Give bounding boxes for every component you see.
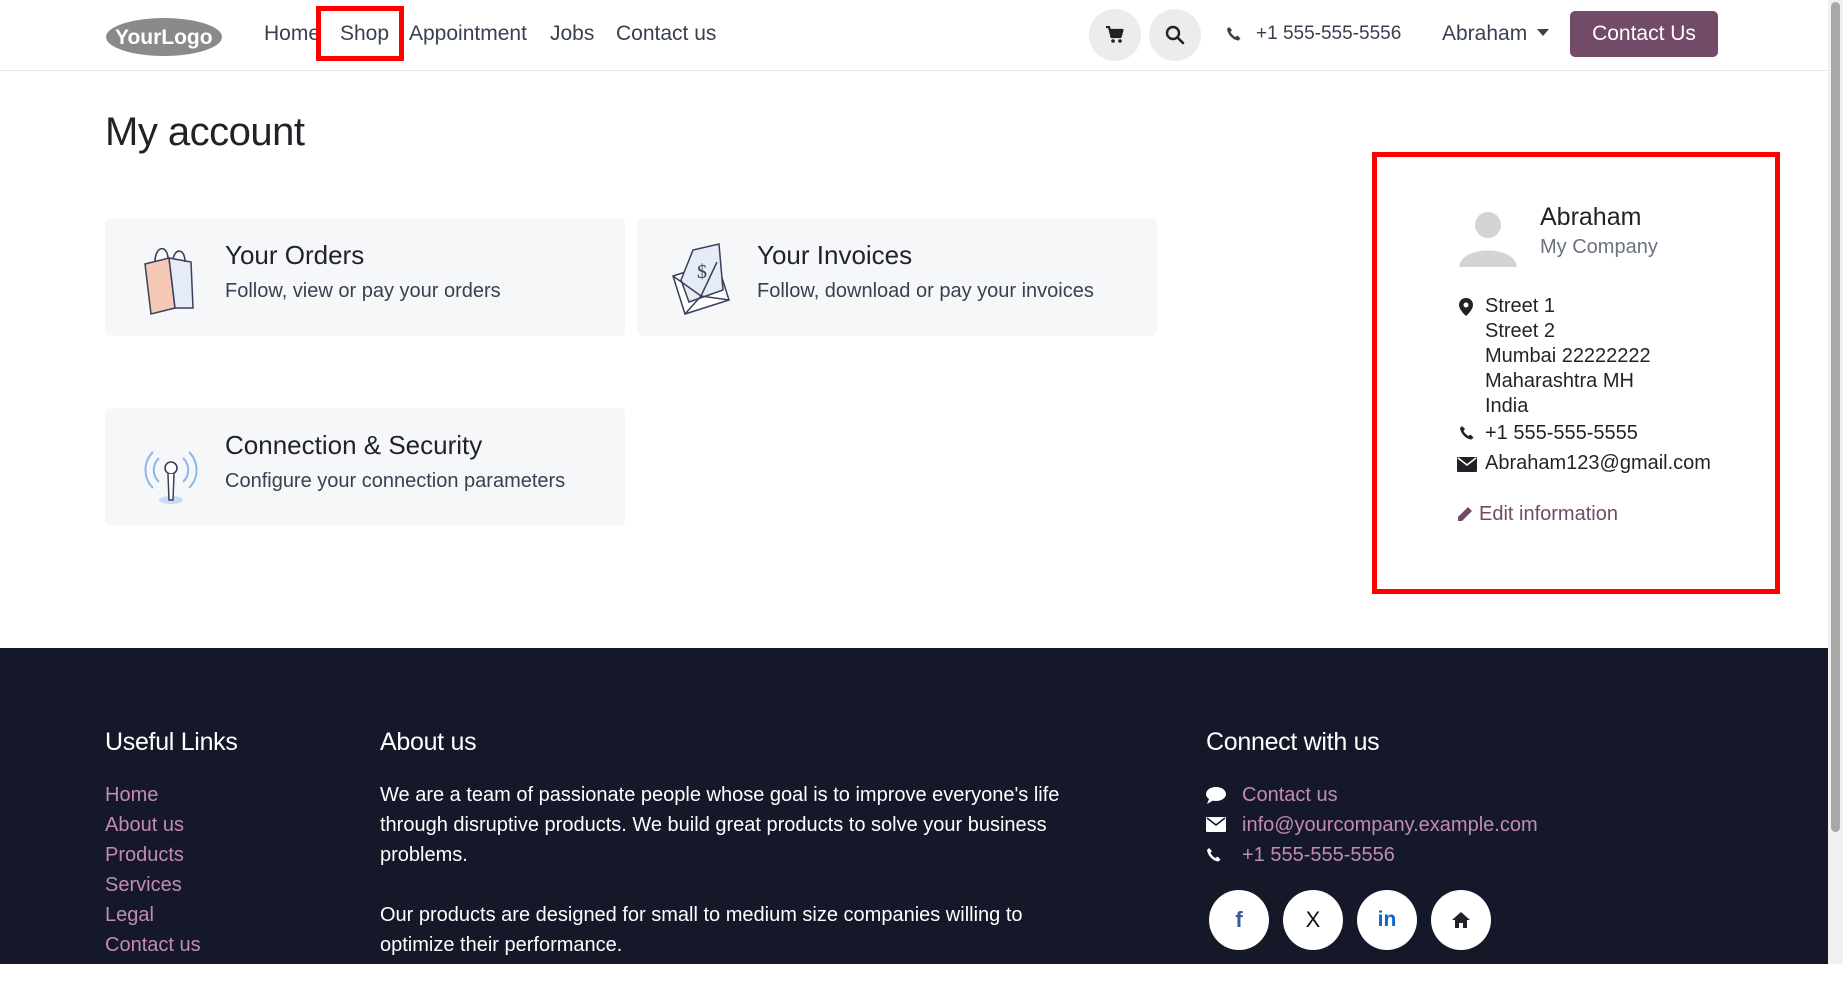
profile-company: My Company	[1540, 236, 1658, 258]
linkedin-button[interactable]: in	[1357, 890, 1417, 950]
logo-text: YourLogo	[115, 26, 213, 49]
card-title: Your Invoices	[757, 240, 913, 270]
card-description: Configure your connection parameters	[225, 470, 566, 492]
search-button[interactable]	[1149, 9, 1201, 61]
phone-icon	[1227, 27, 1241, 41]
facebook-icon: f	[1235, 907, 1243, 932]
user-name: Abraham	[1442, 22, 1528, 45]
about-us-text: We are a team of passionate people whose…	[380, 780, 1060, 990]
page-title: My account	[105, 110, 305, 154]
header-phone[interactable]: +1 555-555-5556	[1226, 23, 1401, 45]
connect-phone-link[interactable]: +1 555-555-5556	[1242, 840, 1395, 870]
scrollbar-thumb[interactable]	[1831, 2, 1840, 832]
header-phone-text: +1 555-555-5556	[1256, 23, 1402, 44]
profile-email: Abraham123@gmail.com	[1485, 452, 1711, 474]
card-title: Connection & Security	[225, 430, 483, 460]
card-description: Follow, download or pay your invoices	[757, 280, 1094, 302]
x-icon: X	[1305, 907, 1321, 932]
your-logo[interactable]: YourLogo	[104, 16, 224, 58]
svg-text:$: $	[697, 261, 707, 283]
about-paragraph: Our products are designed for small to m…	[380, 904, 1023, 956]
profile-phone: +1 555-555-5555	[1485, 422, 1638, 444]
footer-link-home[interactable]: Home	[105, 780, 201, 810]
footer-link-services[interactable]: Services	[105, 870, 201, 900]
search-icon	[1165, 25, 1185, 45]
home-icon	[1452, 912, 1470, 928]
site-footer: Useful Links Home About us Products Serv…	[0, 648, 1828, 964]
nav-home[interactable]: Home	[264, 22, 320, 46]
nav-appointment[interactable]: Appointment	[409, 22, 527, 46]
card-description: Follow, view or pay your orders	[225, 280, 501, 302]
edit-information-label: Edit information	[1479, 503, 1618, 525]
phone-icon	[1460, 426, 1474, 440]
profile-address: Street 1 Street 2 Mumbai 22222222 Mahara…	[1485, 294, 1651, 419]
nav-contact-us[interactable]: Contact us	[616, 22, 716, 46]
cart-icon	[1106, 26, 1124, 43]
invoice-envelope-icon: $	[672, 243, 730, 315]
edit-information-link[interactable]: Edit information	[1457, 503, 1618, 526]
useful-links-heading: Useful Links	[105, 728, 238, 756]
connect-contact-link[interactable]: Contact us	[1242, 780, 1338, 810]
page-scrollbar[interactable]	[1828, 0, 1843, 964]
chevron-down-icon	[1537, 29, 1550, 36]
address-line: Street 1	[1485, 295, 1556, 317]
profile-card: Abraham My Company Street 1 Street 2 Mum…	[1372, 152, 1780, 594]
envelope-icon	[1206, 817, 1226, 832]
about-us-heading: About us	[380, 728, 477, 756]
card-title: Your Orders	[225, 240, 365, 270]
site-header: YourLogo Home Shop Appointment Jobs Cont…	[0, 0, 1828, 71]
shop-highlight-box	[316, 6, 404, 61]
envelope-icon	[1457, 457, 1477, 472]
phone-icon	[1207, 848, 1221, 862]
card-connection-security[interactable]: Connection & Security Configure your con…	[105, 408, 625, 526]
nav-jobs[interactable]: Jobs	[550, 22, 594, 46]
connect-email-link[interactable]: info@yourcompany.example.com	[1242, 810, 1538, 840]
comment-icon	[1206, 787, 1226, 804]
footer-link-legal[interactable]: Legal	[105, 900, 201, 930]
address-line: Mumbai 22222222	[1485, 345, 1651, 367]
linkedin-icon: in	[1377, 908, 1397, 931]
pencil-icon	[1458, 507, 1472, 521]
footer-link-products[interactable]: Products	[105, 840, 201, 870]
user-menu-dropdown[interactable]: Abraham	[1442, 22, 1550, 46]
map-pin-icon	[1459, 298, 1473, 316]
facebook-button[interactable]: f	[1209, 890, 1269, 950]
card-your-orders[interactable]: Your Orders Follow, view or pay your ord…	[105, 218, 625, 336]
footer-link-contact-us[interactable]: Contact us	[105, 930, 201, 960]
avatar	[1459, 212, 1517, 267]
shopping-bag-icon	[144, 247, 194, 315]
x-twitter-button[interactable]: X	[1283, 890, 1343, 950]
home-social-button[interactable]	[1431, 890, 1491, 950]
cart-button[interactable]	[1089, 9, 1141, 61]
contact-us-button[interactable]: Contact Us	[1570, 11, 1718, 57]
address-line: Maharashtra MH	[1485, 370, 1634, 392]
card-your-invoices[interactable]: $ Your Invoices Follow, download or pay …	[637, 218, 1157, 336]
profile-name: Abraham	[1540, 203, 1642, 231]
connect-heading: Connect with us	[1206, 728, 1380, 756]
useful-links-list: Home About us Products Services Legal Co…	[105, 780, 201, 960]
footer-link-about-us[interactable]: About us	[105, 810, 201, 840]
address-line: Street 2	[1485, 320, 1556, 342]
about-paragraph: We are a team of passionate people whose…	[380, 784, 1060, 866]
address-line: India	[1485, 395, 1529, 417]
antenna-icon	[144, 451, 198, 504]
